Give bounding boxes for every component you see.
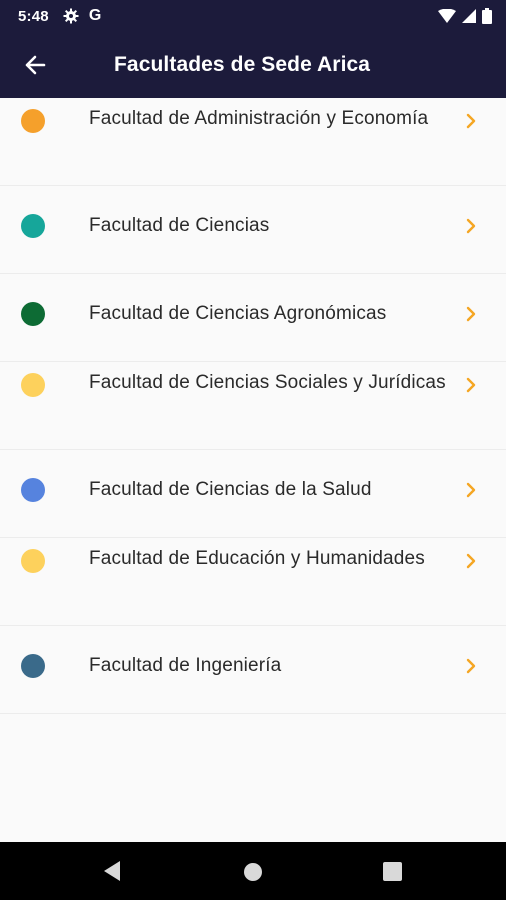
faculty-label: Facultad de Ciencias de la Salud [89, 479, 372, 500]
signal-icon [462, 9, 476, 23]
chevron-right-icon [466, 482, 476, 498]
back-triangle-icon[interactable] [102, 860, 122, 882]
faculty-color-dot [21, 654, 45, 678]
faculty-label: Facultad de Ciencias Sociales y Jurídica… [89, 372, 446, 393]
status-time: 5:48 [18, 7, 49, 25]
faculty-label: Facultad de Educación y Humanidades [89, 548, 425, 569]
faculty-list-item[interactable]: Facultad de Ingeniería [0, 626, 506, 714]
status-bar: 5:48 G [0, 0, 506, 32]
chevron-right-icon [466, 553, 476, 569]
faculty-color-dot [21, 214, 45, 238]
faculty-color-dot [21, 109, 45, 133]
arrow-left-icon [25, 55, 46, 75]
google-icon: G [88, 7, 102, 24]
faculty-list-item[interactable]: Facultad de Ciencias [0, 186, 506, 274]
page-title: Facultades de Sede Arica [114, 53, 371, 76]
home-circle-icon[interactable] [243, 862, 263, 882]
faculty-color-dot [21, 478, 45, 502]
faculty-color-dot [21, 373, 45, 397]
gear-icon [63, 8, 79, 24]
faculty-list-item[interactable]: Facultad de Educación y Humanidades [0, 538, 506, 626]
chevron-right-icon [466, 658, 476, 674]
status-right-icons [438, 8, 492, 24]
wifi-icon [438, 9, 456, 23]
recents-square-icon[interactable] [383, 862, 402, 881]
faculty-label: Facultad de Ciencias [89, 215, 270, 236]
faculty-label: Facultad de Administración y Economía [89, 108, 429, 129]
system-nav-bar [0, 842, 506, 900]
app-bar: Facultades de Sede Arica [0, 32, 506, 98]
status-left-icons: G [63, 7, 101, 25]
chevron-right-icon [466, 113, 476, 129]
faculty-label: Facultad de Ingeniería [89, 655, 282, 676]
faculty-color-dot [21, 549, 45, 573]
battery-icon [482, 8, 492, 24]
faculty-list-item[interactable]: Facultad de Ciencias Sociales y Jurídica… [0, 362, 506, 450]
faculty-list-item[interactable]: Facultad de Administración y Economía [0, 98, 506, 186]
faculty-color-dot [21, 302, 45, 326]
faculty-list-item[interactable]: Facultad de Ciencias de la Salud [0, 450, 506, 538]
chevron-right-icon [466, 218, 476, 234]
chevron-right-icon [466, 377, 476, 393]
faculty-list: Facultad de Administración y Economía Fac… [0, 98, 506, 714]
back-button[interactable] [17, 47, 53, 83]
faculty-list-item[interactable]: Facultad de Ciencias Agronómicas [0, 274, 506, 362]
chevron-right-icon [466, 306, 476, 322]
faculty-label: Facultad de Ciencias Agronómicas [89, 303, 387, 324]
